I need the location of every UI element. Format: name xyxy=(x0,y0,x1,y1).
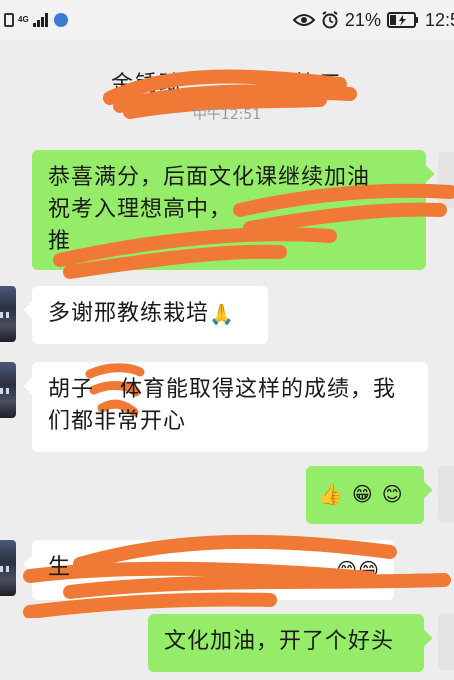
message-bubble-incoming[interactable]: 生 😊😁 xyxy=(32,540,394,600)
battery-charging-icon xyxy=(386,12,418,28)
sim-card-icon xyxy=(4,13,14,27)
avatar-self[interactable] xyxy=(438,614,454,670)
message-bubble-incoming[interactable]: 胡子 体育能取得这样的成绩，我 们都非常开心 xyxy=(32,362,428,452)
chat-title-suffix: 莫协三 xyxy=(271,72,344,97)
message-text: 多谢邢教练栽培 xyxy=(48,301,210,326)
smiling-face-icon: 😊 xyxy=(381,482,404,506)
app-notification-icon xyxy=(53,13,68,27)
chat-title[interactable]: 金锈琦 莫协三 xyxy=(0,66,454,98)
message-bubble-outgoing[interactable]: 恭喜满分，后面文化课继续加油 祝考入理想高中， 推 xyxy=(32,150,426,270)
message-line: 们都非常开心 xyxy=(48,409,187,434)
grinning-face-icon: 😁 xyxy=(358,558,380,582)
alarm-clock-icon xyxy=(322,11,338,29)
grinning-face-icon: 😁 xyxy=(351,482,374,506)
avatar-contact[interactable] xyxy=(0,540,16,596)
chat-title-text: 金锈琦 xyxy=(110,72,183,97)
message-fragment: 胡子 xyxy=(48,377,95,402)
message-bubble-incoming[interactable]: 多谢邢教练栽培🙏 xyxy=(32,286,268,344)
status-bar: 4G 21% 12:5 xyxy=(0,0,454,40)
message-bubble-outgoing[interactable]: 👍 😁 😊 xyxy=(306,466,424,524)
message-text: 生 xyxy=(48,555,72,580)
message-fragment: 体育能取得这样的成绩，我 xyxy=(120,377,397,402)
chat-header: 金锈琦 莫协三 xyxy=(0,48,454,119)
signal-strength-icon xyxy=(32,13,48,27)
avatar-contact[interactable] xyxy=(0,362,16,418)
avatar-contact[interactable] xyxy=(0,286,16,342)
message-bubble-outgoing[interactable]: 文化加油，开了个好头 xyxy=(148,614,424,672)
message-line: 祝考入理想高中， xyxy=(48,197,233,222)
message-line: 推 xyxy=(48,229,72,254)
status-left: 4G xyxy=(4,10,68,30)
avatar-self[interactable] xyxy=(438,152,454,208)
message-text: 文化加油，开了个好头 xyxy=(164,629,395,654)
message-line: 胡子 体育能取得这样的成绩，我 xyxy=(48,374,412,406)
eye-icon xyxy=(292,14,315,26)
thumbs-up-icon: 👍 xyxy=(318,482,344,506)
battery-percent: 21% xyxy=(344,9,381,30)
status-right: 21% 12:5 xyxy=(292,8,454,32)
message-line: 恭喜满分，后面文化课继续加油 xyxy=(48,165,371,190)
avatar-self[interactable] xyxy=(438,466,454,522)
folded-hands-icon: 🙏 xyxy=(209,302,235,326)
clock: 12:5 xyxy=(424,9,454,30)
message-timestamp: 中午12:51 xyxy=(192,107,262,123)
smiling-face-icon: 😊 xyxy=(336,558,359,582)
network-type: 4G xyxy=(18,15,29,24)
